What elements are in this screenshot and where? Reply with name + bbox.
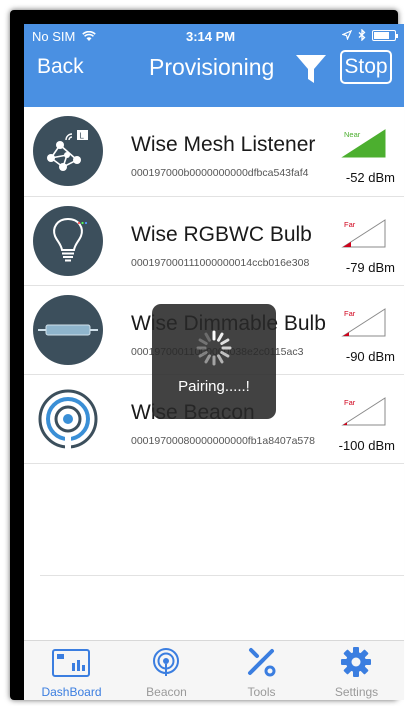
status-right	[342, 29, 398, 41]
pairing-message: Pairing.....!	[178, 378, 250, 395]
location-arrow-icon	[342, 30, 352, 40]
tab-dashboard[interactable]: DashBoard	[24, 641, 119, 700]
tab-label: Beacon	[146, 685, 187, 699]
app-screen: No SIM 3:14 PM Back Provisioning Stop L …	[24, 24, 404, 700]
device-name: Wise Mesh Listener	[131, 133, 316, 156]
mesh-listener-icon: L	[33, 116, 103, 186]
proximity-label: Far	[344, 398, 356, 407]
signal-strength-icon: Near	[341, 129, 386, 158]
tab-label: DashBoard	[41, 685, 102, 699]
tab-bar: DashBoard Beacon Tools Settings	[24, 640, 404, 700]
device-mac: 000197000111000000014ccb016e308	[131, 257, 310, 269]
tab-tools[interactable]: Tools	[214, 641, 309, 700]
signal-rssi: -90 dBm	[345, 349, 395, 364]
carrier-label: No SIM	[32, 29, 76, 44]
signal-rssi: -79 dBm	[345, 260, 395, 275]
tab-beacon[interactable]: Beacon	[119, 641, 214, 700]
device-row[interactable]: Wise RGBWC Bulb 000197000111000000014ccb…	[24, 197, 404, 286]
device-mac: 000197000b0000000000dfbca543faf4	[131, 167, 309, 179]
tab-label: Tools	[247, 685, 276, 699]
signal-rssi: -52 dBm	[345, 170, 395, 185]
battery-icon	[372, 29, 398, 41]
wifi-icon	[82, 30, 96, 41]
device-name: Wise RGBWC Bulb	[131, 223, 312, 246]
filter-icon[interactable]	[295, 53, 327, 85]
back-button[interactable]: Back	[37, 55, 84, 79]
spinner-icon	[196, 330, 232, 366]
proximity-label: Far	[344, 220, 356, 229]
dashboard-icon	[52, 649, 90, 677]
carrier-status: No SIM	[32, 29, 96, 44]
bulb-icon	[33, 206, 103, 276]
signal-rssi: -100 dBm	[338, 438, 395, 453]
signal-strength-icon: Far	[341, 397, 386, 426]
stop-button[interactable]: Stop	[340, 50, 392, 84]
bluetooth-icon	[358, 29, 366, 41]
gear-icon	[341, 647, 371, 677]
signal-strength-icon: Far	[341, 308, 386, 337]
list-divider	[40, 575, 404, 576]
beacon-icon	[33, 384, 103, 454]
device-mac: 00019700080000000000fb1a8407a578	[131, 435, 315, 447]
page-title: Provisioning	[149, 54, 275, 80]
tab-label: Settings	[334, 685, 379, 699]
proximity-label: Far	[344, 309, 356, 318]
svg-text:L: L	[80, 132, 85, 141]
beacon-tab-icon	[153, 648, 179, 676]
tube-light-icon	[33, 295, 103, 365]
top-bar: No SIM 3:14 PM Back Provisioning Stop	[24, 24, 404, 107]
status-bar: No SIM 3:14 PM	[24, 24, 404, 48]
tab-settings[interactable]: Settings	[309, 641, 404, 700]
proximity-label: Near	[344, 130, 361, 139]
signal-strength-icon: Far	[341, 219, 386, 248]
clock: 3:14 PM	[186, 29, 236, 44]
tools-icon	[248, 648, 276, 677]
device-row[interactable]: L Wise Mesh Listener 000197000b000000000…	[24, 107, 404, 197]
pairing-overlay: Pairing.....!	[152, 304, 276, 419]
